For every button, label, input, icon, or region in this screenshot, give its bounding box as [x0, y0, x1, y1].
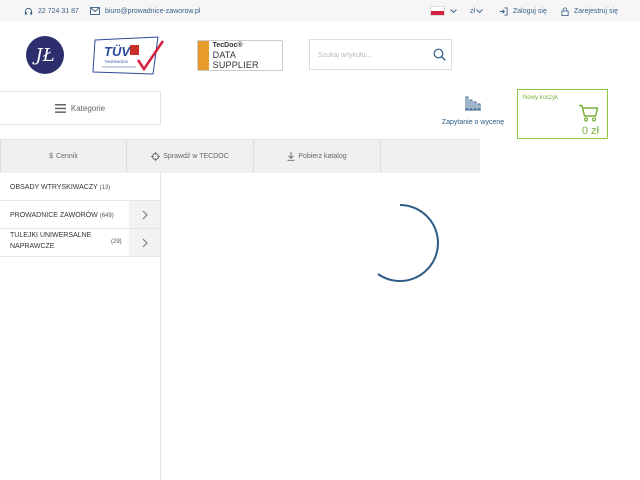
tuv-certificate-logo: TÜV THÜRINGEN — [92, 36, 168, 76]
category-label: PROWADNICE ZAWORÓW (649) — [10, 210, 114, 222]
language-selector[interactable] — [430, 0, 462, 22]
currency-label: zł — [470, 7, 476, 15]
expand-category-button[interactable] — [129, 201, 160, 228]
cart-total: 0 zł — [581, 125, 599, 137]
tuv-brand-text: TÜV — [104, 44, 131, 59]
tecdoc-check-button[interactable]: Sprawdź w TECDOC — [127, 140, 254, 173]
category-label: OBSADY WTRYSKIWACZY (13) — [10, 182, 110, 194]
search-input[interactable] — [318, 48, 428, 62]
category-count: (13) — [99, 185, 111, 191]
download-icon — [287, 152, 295, 161]
category-item[interactable]: OBSADY WTRYSKIWACZY (13) — [0, 173, 160, 201]
hamburger-menu-icon — [54, 103, 66, 113]
chevron-down-icon — [476, 8, 483, 13]
tools-bar: $ Cennik Sprawdź w TECDOC Pobierz katalo… — [0, 139, 480, 173]
price-chart-icon — [465, 96, 481, 111]
shopping-cart[interactable]: Nowy koszyk 0 zł — [517, 89, 608, 139]
login-link[interactable]: Zaloguj się — [499, 0, 547, 22]
category-list: OBSADY WTRYSKIWACZY (13) PROWADNICE ZAWO… — [0, 173, 161, 480]
tecdoc-orange-strip — [198, 41, 209, 70]
search-box — [309, 39, 452, 70]
top-bar: 22 724 31 87 biuro@prowadnice-zaworow.pl… — [0, 0, 640, 22]
email-contact[interactable]: biuro@prowadnice-zaworow.pl — [90, 0, 200, 22]
category-name: OBSADY WTRYSKIWACZY — [10, 184, 98, 191]
dollar-icon: $ — [49, 153, 54, 160]
lock-icon — [561, 7, 569, 16]
category-name: TULEJKI UNIWERSALNE NAPRAWCZE — [10, 232, 92, 250]
chevron-right-icon — [142, 210, 148, 219]
chevron-down-icon — [450, 8, 457, 13]
expand-category-button[interactable] — [129, 229, 160, 256]
email-address: biuro@prowadnice-zaworow.pl — [105, 7, 201, 15]
price-list-label: Cennik — [56, 153, 78, 160]
tecdoc-subtitle: DATA SUPPLIER — [212, 49, 259, 70]
crosshair-icon — [151, 152, 161, 161]
tecdoc-title: TecDoc® — [212, 41, 243, 49]
cart-icon — [579, 104, 599, 122]
envelope-icon — [90, 7, 100, 15]
search-icon — [433, 48, 446, 61]
chevron-right-icon — [142, 238, 148, 247]
category-name: PROWADNICE ZAWORÓW — [10, 212, 98, 219]
search-button[interactable] — [433, 48, 446, 63]
headset-icon — [24, 7, 33, 15]
quote-request-link[interactable]: Zapytanie o wycenę — [436, 96, 510, 132]
tecdoc-supplier-badge: TecDoc® DATA SUPPLIER — [197, 40, 283, 71]
phone-contact[interactable]: 22 724 31 87 — [24, 0, 79, 22]
tecdoc-check-label: Sprawdź w TECDOC — [163, 153, 229, 160]
category-count: (29) — [111, 239, 122, 245]
category-item[interactable]: TULEJKI UNIWERSALNE NAPRAWCZE (29) — [0, 229, 160, 257]
register-link[interactable]: Zarejestruj się — [561, 0, 618, 22]
quote-label: Zapytanie o wycenę — [441, 119, 505, 126]
category-count: (649) — [99, 213, 114, 219]
currency-selector[interactable]: zł — [470, 0, 483, 22]
loading-spinner-icon — [377, 204, 439, 282]
phone-number: 22 724 31 87 — [38, 7, 79, 15]
register-label: Zarejestruj się — [574, 7, 618, 15]
download-catalog-button[interactable]: Pobierz katalog — [254, 140, 381, 173]
category-item[interactable]: PROWADNICE ZAWORÓW (649) — [0, 201, 160, 229]
tuv-sub-text: THÜRINGEN — [104, 59, 128, 64]
price-list-button[interactable]: $ Cennik — [0, 140, 127, 173]
login-label: Zaloguj się — [513, 7, 547, 15]
cart-title: Nowy koszyk — [523, 95, 559, 101]
categories-button[interactable]: Kategorie — [0, 91, 161, 125]
company-logo[interactable]: JŁ — [26, 36, 64, 74]
poland-flag-icon — [430, 6, 445, 16]
sign-in-icon — [499, 6, 508, 16]
download-catalog-label: Pobierz katalog — [298, 153, 347, 160]
categories-label: Kategorie — [70, 103, 106, 113]
logo-text: JŁ — [35, 44, 55, 66]
